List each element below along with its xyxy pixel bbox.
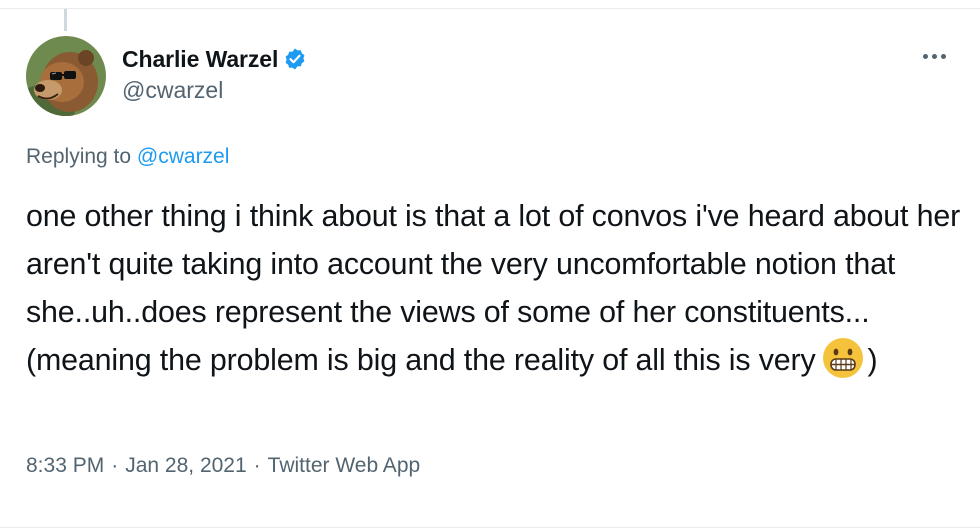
tweet-card: Charlie Warzel @cwarzel Replying to @cwa…	[0, 0, 980, 530]
bear-avatar-icon	[26, 36, 106, 116]
tweet-text-main: one other thing i think about is that a …	[26, 199, 961, 377]
tweet-text-end: )	[867, 343, 878, 377]
more-dot-icon	[922, 53, 928, 59]
author-block: Charlie Warzel @cwarzel	[122, 44, 307, 104]
handle[interactable]: @cwarzel	[122, 77, 307, 104]
grimacing-face-emoji-icon	[822, 337, 864, 379]
more-options-button[interactable]	[918, 46, 950, 66]
replying-to: Replying to @cwarzel	[26, 145, 229, 169]
tweet-source-link[interactable]: Twitter Web App	[268, 454, 421, 478]
bottom-divider	[0, 527, 980, 528]
reply-mention-link[interactable]: @cwarzel	[137, 145, 230, 168]
tweet-metadata: 8:33 PM · Jan 28, 2021 · Twitter Web App	[26, 454, 420, 478]
replying-to-label: Replying to	[26, 145, 132, 168]
meta-separator: ·	[253, 454, 261, 477]
display-name[interactable]: Charlie Warzel	[122, 46, 278, 73]
more-dot-icon	[940, 53, 946, 59]
more-dot-icon	[931, 53, 937, 59]
top-divider	[0, 8, 980, 9]
name-row: Charlie Warzel	[122, 44, 307, 74]
tweet-text: one other thing i think about is that a …	[26, 192, 961, 384]
verified-badge-icon	[283, 47, 307, 71]
avatar[interactable]	[26, 36, 106, 116]
tweet-time[interactable]: 8:33 PM	[26, 454, 104, 478]
meta-separator: ·	[111, 454, 119, 477]
tweet-date[interactable]: Jan 28, 2021	[125, 454, 246, 478]
thread-connector-line	[64, 9, 67, 31]
